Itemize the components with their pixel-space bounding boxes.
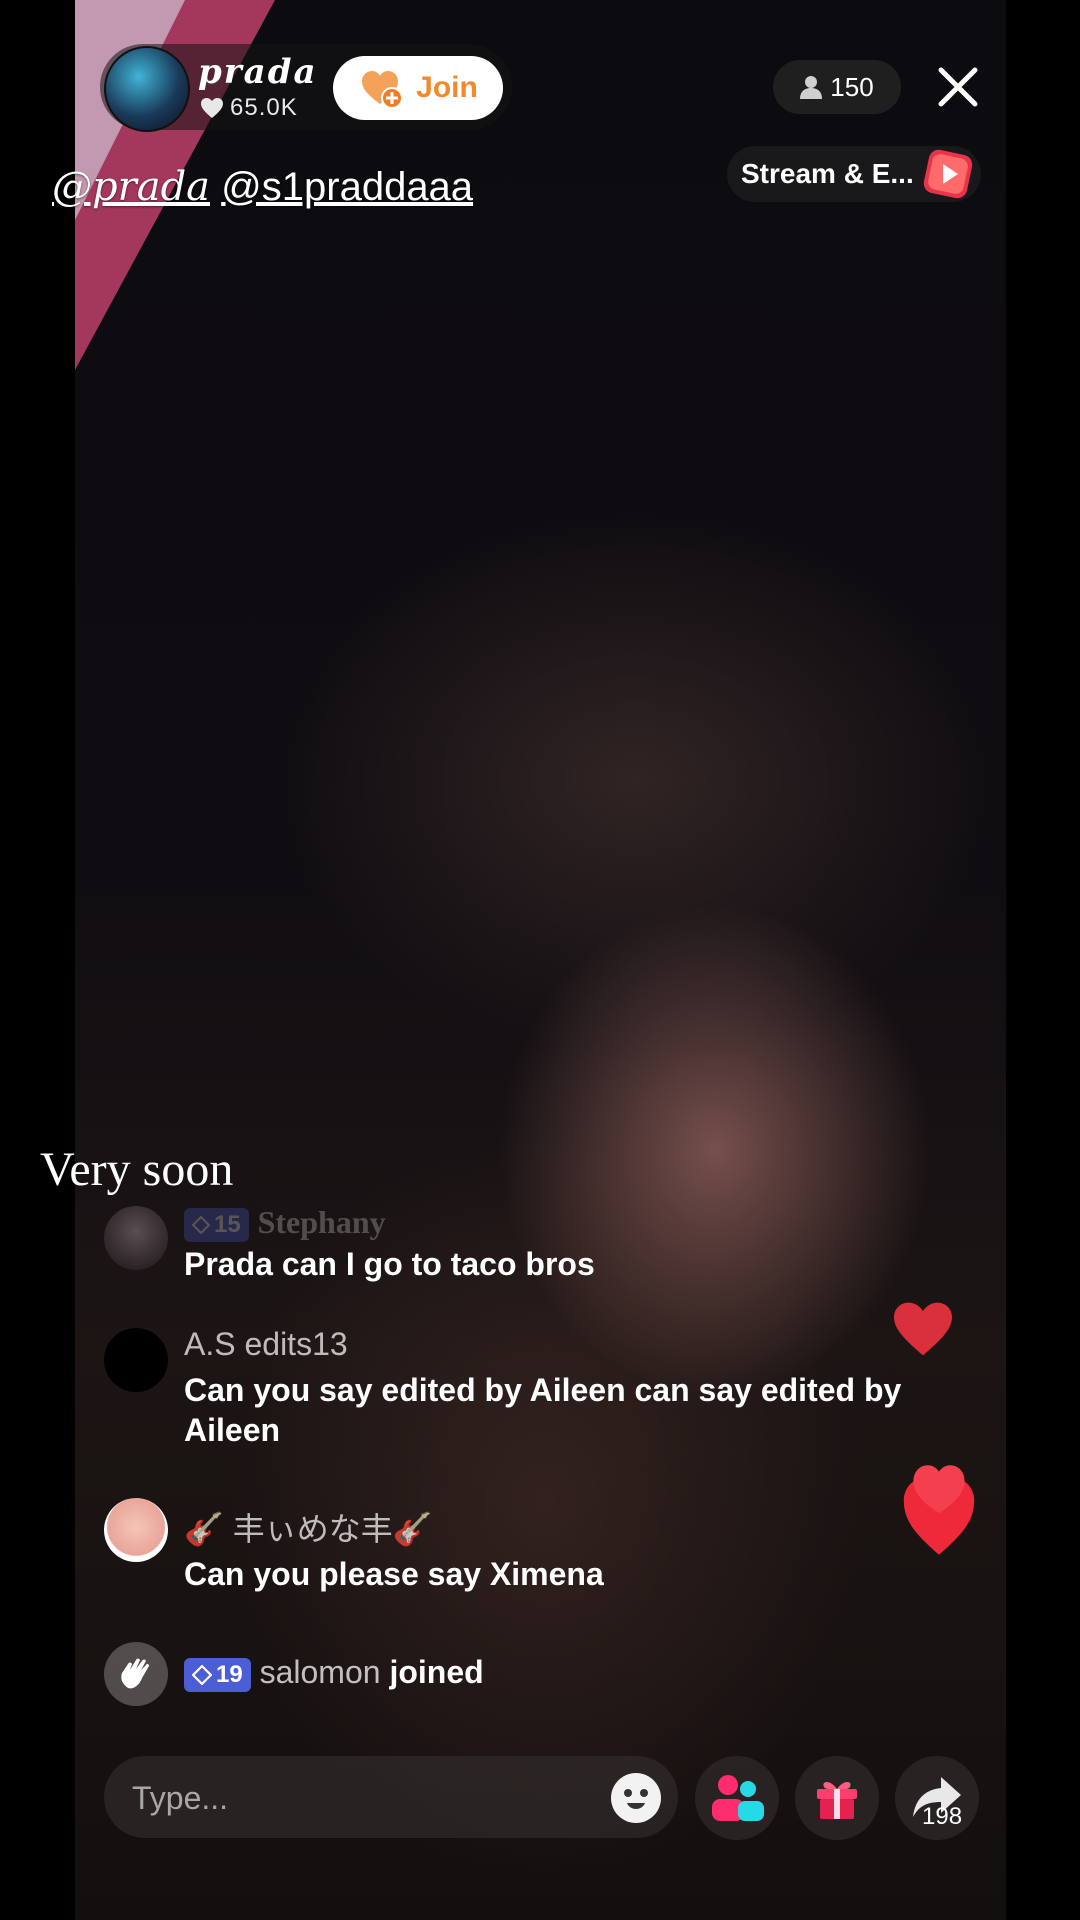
- comment-user: 15 Stephany: [184, 1204, 386, 1242]
- live-video: [75, 0, 1006, 1920]
- floating-heart-icon: [903, 1465, 975, 1555]
- people-icon: [712, 1775, 764, 1821]
- join-event-user[interactable]: salomon: [260, 1654, 381, 1690]
- comment-avatar[interactable]: [104, 1206, 168, 1270]
- comment-avatar[interactable]: [104, 1328, 168, 1392]
- gift-icon: [817, 1782, 857, 1819]
- level-badge: 15: [184, 1207, 249, 1242]
- comment-user: A.S edits13: [184, 1326, 348, 1362]
- play-gift-icon[interactable]: [920, 146, 976, 202]
- comment-text: Can you please say Ximena: [184, 1556, 604, 1592]
- diamond-icon: [192, 1664, 212, 1685]
- mention-tag-secondary[interactable]: @s1praddaaa: [221, 165, 473, 209]
- floating-heart-icon: [894, 1302, 952, 1356]
- person-icon: [800, 76, 823, 99]
- close-icon[interactable]: [935, 64, 981, 110]
- join-event: 19 salomon joined: [184, 1654, 484, 1692]
- join-event-avatar: [104, 1642, 168, 1706]
- diamond-icon: [192, 1215, 210, 1234]
- wave-hand-icon: [121, 1658, 149, 1689]
- stream-promo-label[interactable]: Stream & E...: [741, 158, 914, 190]
- join-label: Join: [416, 71, 478, 104]
- heart-plus-icon: [362, 71, 404, 109]
- comment-input-placeholder[interactable]: Type...: [132, 1780, 228, 1817]
- multi-guest-button[interactable]: [695, 1756, 779, 1840]
- comment-text: Prada can I go to taco bros: [184, 1246, 595, 1282]
- viewer-count: 150: [830, 71, 874, 102]
- share-count: 198: [922, 1803, 963, 1830]
- live-stream-screen: prada 65.0K Join 150 Stream & E... @prad…: [0, 0, 1080, 1920]
- comment-user: 🎸 丰ぃめな丰🎸: [184, 1511, 433, 1547]
- host-name[interactable]: prada: [198, 52, 318, 92]
- level-badge: 19: [184, 1657, 251, 1692]
- host-likes: 65.0K: [200, 94, 298, 122]
- mention-tags: @prada @s1praddaaa: [52, 164, 473, 210]
- heart-icon: [201, 98, 223, 118]
- comment-avatar[interactable]: [104, 1498, 168, 1562]
- video-caption: Very soon: [40, 1143, 234, 1196]
- viewer-count-pill[interactable]: 150: [773, 60, 901, 114]
- comment-text: Can you say edited by Aileen can say edi…: [184, 1372, 902, 1448]
- emoji-icon[interactable]: [609, 1771, 663, 1825]
- join-event-action: joined: [389, 1654, 484, 1690]
- gift-button[interactable]: [795, 1756, 879, 1840]
- join-button[interactable]: Join: [333, 56, 503, 120]
- host-avatar[interactable]: [104, 46, 190, 132]
- mention-tag-primary[interactable]: @prada: [52, 164, 210, 210]
- likes-count: 65.0K: [230, 94, 298, 121]
